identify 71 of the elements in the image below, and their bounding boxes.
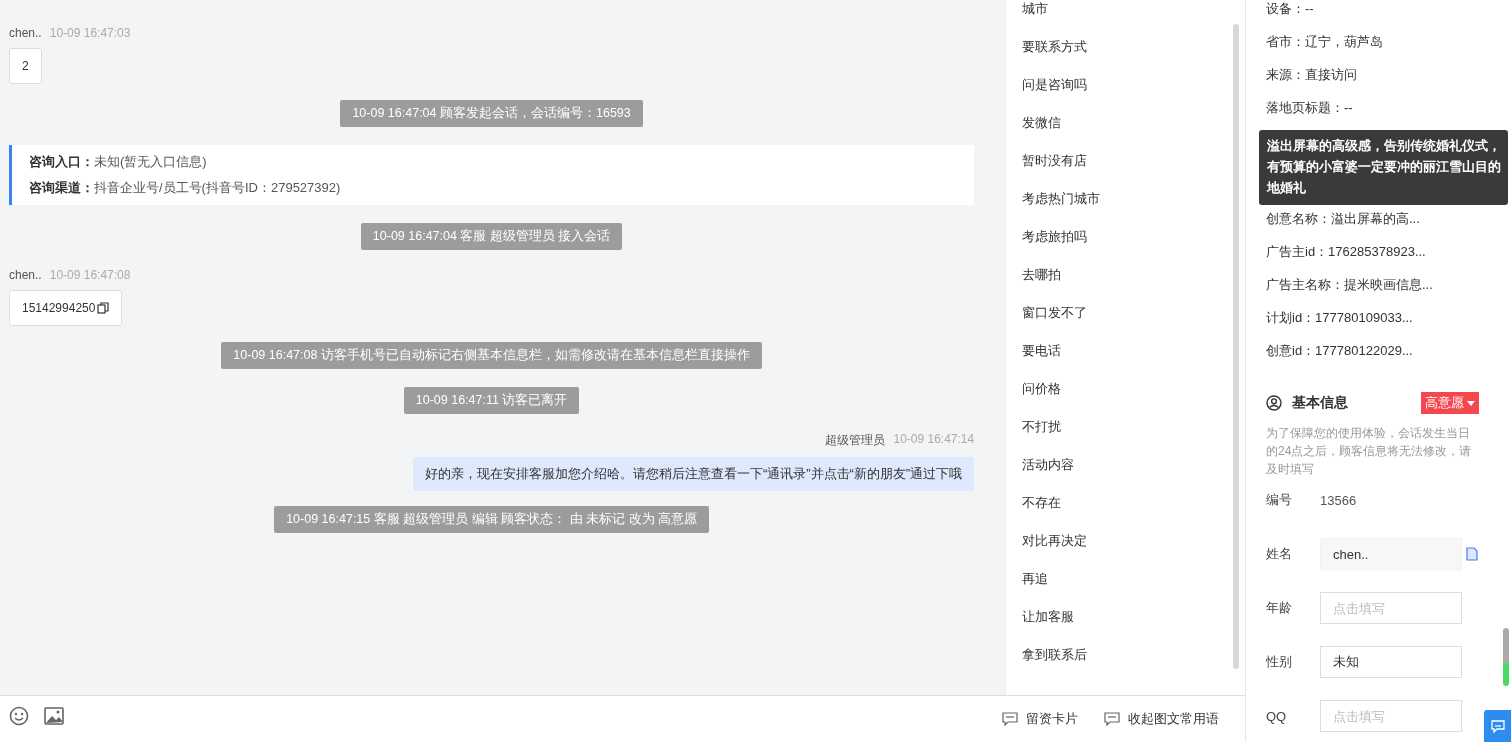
notice-text: 为了保障您的使用体验，会话发生当日的24点之后，顾客信息将无法修改，请及时填写 (1266, 425, 1473, 478)
chat-icon (1490, 719, 1505, 733)
field-label: 编号 (1266, 491, 1293, 509)
toolbar-button[interactable]: 收起图文常用语 (1102, 708, 1221, 730)
quick-reply-item[interactable]: 不打扰 (1006, 418, 1245, 456)
caret-icon (1467, 400, 1475, 406)
system-notice: 10-09 16:47:08 访客手机号已自动标记右侧基本信息栏，如需修改请在基本信息栏直接操作 (221, 342, 762, 369)
system-notice: 10-09 16:47:11 访客已离开 (403, 387, 580, 414)
source-label: 咨询渠道： (29, 180, 94, 195)
input-field[interactable]: chen.. (1320, 538, 1462, 570)
quick-reply-item[interactable]: 考虑热门城市 (1006, 190, 1245, 228)
source-value: 未知(暂无入口信息) (94, 154, 207, 169)
message-time: 10-09 16:47:14 (893, 432, 975, 448)
quick-reply-item[interactable]: 暂时没有店 (1006, 152, 1245, 190)
sender-name: chen.. (9, 268, 42, 282)
info-row-text: 广告主名称：提米映画信息... (1266, 276, 1434, 294)
field-label: 姓名 (1266, 545, 1293, 563)
quick-reply-item[interactable]: 去哪拍 (1006, 266, 1245, 304)
quick-reply-item[interactable]: 对比再决定 (1006, 532, 1245, 570)
quick-reply-item[interactable]: 不存在 (1006, 494, 1245, 532)
copy-icon[interactable] (97, 302, 110, 314)
section-title: 基本信息 (1292, 394, 1349, 412)
info-row-text: 来源：直接访问 (1266, 66, 1358, 84)
quick-reply-item[interactable]: 拿到联系后 (1006, 646, 1245, 684)
sender-name: chen.. (9, 26, 42, 40)
quick-reply-item[interactable]: 问是咨询吗 (1006, 76, 1245, 114)
comment-icon (1002, 712, 1018, 726)
info-row-text: 计划id：177780109033... (1266, 309, 1414, 327)
quick-reply-item[interactable]: 窗口发不了 (1006, 304, 1245, 342)
source-value: 抖音企业号/员工号(抖音号ID：279527392) (94, 180, 341, 195)
message-bubble: 15142994250 (9, 290, 123, 326)
info-row-text: 广告主id：176285378923... (1266, 243, 1427, 261)
quick-reply-item[interactable]: 再追 (1006, 570, 1245, 608)
system-notice: 10-09 16:47:15 客服 超级管理员 编辑 顾客状态： 由 未标记 改为 高意愿 (274, 506, 710, 533)
chat-button[interactable] (1484, 710, 1511, 742)
quick-reply-item[interactable]: 活动内容 (1006, 456, 1245, 494)
quick-reply-item[interactable]: 考虑旅拍吗 (1006, 228, 1245, 266)
field-value: 13566 (1320, 492, 1357, 508)
document-icon[interactable] (1466, 547, 1478, 561)
status-dropdown[interactable]: 高意愿 (1421, 392, 1479, 414)
message-bubble: 2 (9, 48, 42, 84)
quick-reply-item[interactable]: 要联系方式 (1006, 38, 1245, 76)
field-label: 年龄 (1266, 599, 1293, 617)
message-bubble: 好的亲，现在安排客服加您介绍哈。请您稍后注意查看一下“通讯录”并点击“新的朋友”通过下哦 (412, 457, 975, 491)
tooltip: 溢出屏幕的高级感，告别传统婚礼仪式，有预算的小富婆一定要冲的丽江雪山目的地婚礼 (1259, 130, 1508, 205)
system-notice: 10-09 16:47:04 顾客发起会话，会话编号：16593 (340, 100, 643, 127)
quick-reply-item[interactable]: 发微信 (1006, 114, 1245, 152)
input-field[interactable]: 点击填写 (1320, 592, 1462, 624)
info-row-text: 落地页标题：-- (1266, 99, 1354, 117)
input-field[interactable]: 未知 (1320, 646, 1462, 678)
quick-reply-item[interactable]: 问价格 (1006, 380, 1245, 418)
info-row-text: 创意id：177780122029... (1266, 342, 1414, 360)
field-label: QQ (1266, 708, 1288, 724)
input-field[interactable]: 点击填写 (1320, 700, 1462, 732)
source-label: 咨询入口： (29, 154, 94, 169)
quick-reply-item[interactable]: 要电话 (1006, 342, 1245, 380)
user-icon (1266, 395, 1282, 411)
system-notice: 10-09 16:47:04 客服 超级管理员 接入会话 (360, 223, 623, 250)
info-row-text: 创意名称：溢出屏幕的高... (1266, 210, 1421, 228)
info-row-text: 省市：辽宁，葫芦岛 (1266, 33, 1384, 51)
message-time: 10-09 16:47:03 (49, 26, 131, 40)
sender-name: 超级管理员 (825, 432, 886, 449)
info-row-text: 设备：-- (1266, 0, 1315, 18)
quick-reply-item[interactable]: 让加客服 (1006, 608, 1245, 646)
image-icon[interactable] (44, 707, 64, 725)
emoji-icon[interactable] (9, 706, 29, 726)
toolbar-button[interactable]: 留资卡片 (1000, 708, 1080, 730)
field-label: 性别 (1266, 653, 1293, 671)
quick-reply-item[interactable]: 城市 (1006, 0, 1245, 38)
comment-icon (1104, 712, 1120, 726)
message-time: 10-09 16:47:08 (49, 268, 131, 282)
